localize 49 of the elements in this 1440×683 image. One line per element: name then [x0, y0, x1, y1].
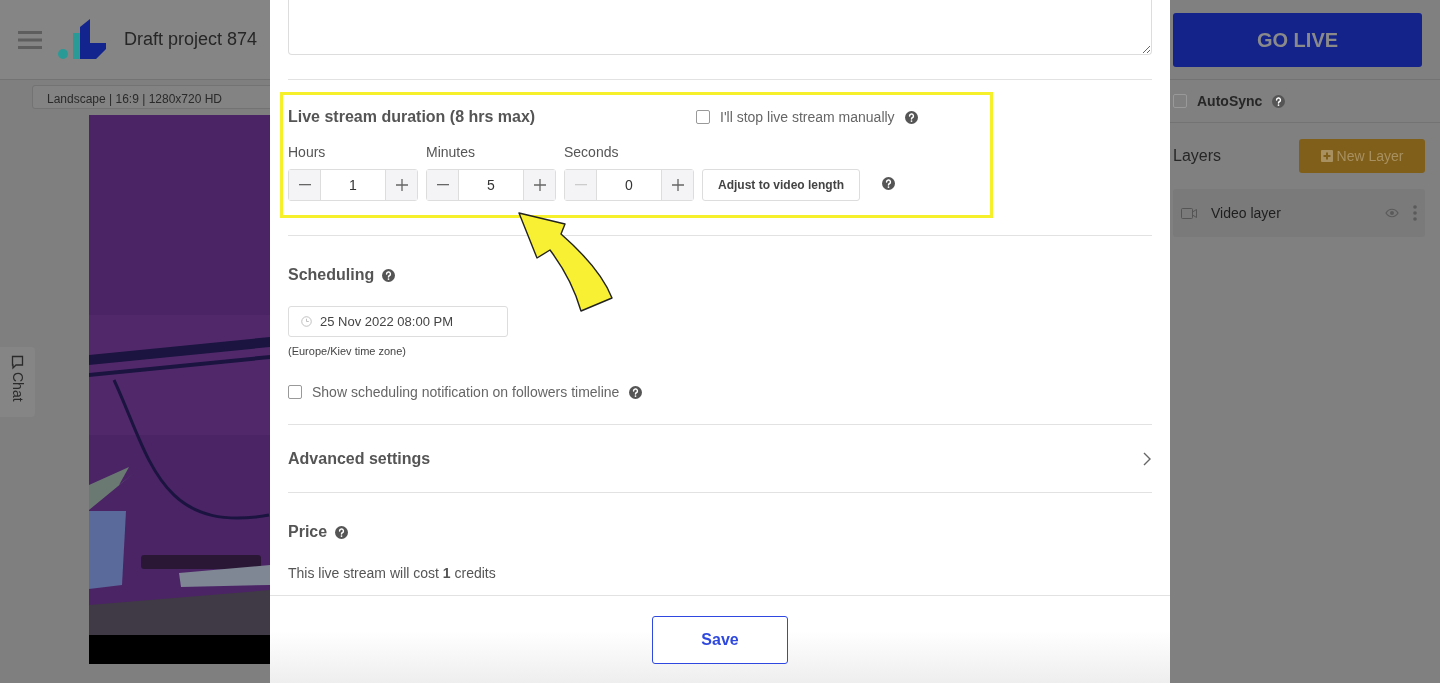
increment-button[interactable] [523, 170, 555, 200]
help-icon[interactable] [629, 385, 643, 399]
plus-icon [533, 179, 546, 191]
price-text: This live stream will cost 1 credits [288, 564, 497, 583]
section-heading: Live stream duration (8 hrs max) [288, 107, 537, 127]
checkbox-label: Show scheduling notification on followers timeline [312, 382, 620, 402]
adjust-button[interactable]: Adjust to video length [702, 169, 860, 201]
more-icon[interactable] [1413, 205, 1417, 221]
field-label: Minutes [426, 143, 477, 162]
number-stepper[interactable]: 1 [288, 169, 418, 201]
increment-button[interactable] [385, 170, 417, 200]
plus-icon [671, 179, 684, 191]
checkbox[interactable] [1173, 94, 1187, 108]
field-label: Hours [288, 143, 327, 162]
number-stepper[interactable]: 0 [564, 169, 694, 201]
number-stepper[interactable]: 5 [426, 169, 556, 201]
clock-icon [301, 316, 312, 327]
time-zone-note: (Europe/Kiev time zone) [288, 344, 407, 359]
menu-icon[interactable] [18, 30, 42, 49]
help-icon[interactable] [882, 176, 895, 190]
chat-bubble-icon [11, 355, 24, 370]
video-camera-icon [1181, 207, 1197, 219]
minus-icon [436, 184, 449, 186]
project-title: Draft project 874 [124, 28, 258, 51]
date-time-field[interactable]: 25 Nov 2022 08:00 PM [288, 306, 508, 337]
increment-button[interactable] [661, 170, 693, 200]
go-live-button[interactable]: GO LIVE [1173, 13, 1422, 67]
checkbox[interactable] [696, 110, 710, 124]
help-icon[interactable] [335, 525, 349, 539]
help-icon[interactable] [1272, 94, 1286, 108]
field-label: Seconds [564, 143, 620, 162]
save-button[interactable]: Save [652, 616, 788, 664]
section-heading: Price [288, 522, 328, 542]
plus-icon [395, 179, 408, 191]
logo-icon[interactable] [58, 18, 108, 61]
chat-tab[interactable]: Chat [0, 347, 35, 417]
help-icon[interactable] [904, 110, 918, 124]
autosync-label: AutoSync [1197, 91, 1263, 111]
minus-icon [298, 184, 311, 186]
help-icon[interactable] [382, 268, 396, 282]
plus-icon [1320, 150, 1333, 162]
eye-icon[interactable] [1385, 208, 1399, 218]
section-heading: Scheduling [288, 265, 375, 285]
minus-icon [574, 184, 587, 186]
layers-heading: Layers [1173, 146, 1222, 166]
advanced-settings-row[interactable]: Advanced settings [288, 425, 1152, 492]
layer-row[interactable]: Video layer [1173, 189, 1425, 237]
checkbox-label: I'll stop live stream manually [720, 107, 895, 127]
checkbox[interactable] [288, 385, 302, 399]
